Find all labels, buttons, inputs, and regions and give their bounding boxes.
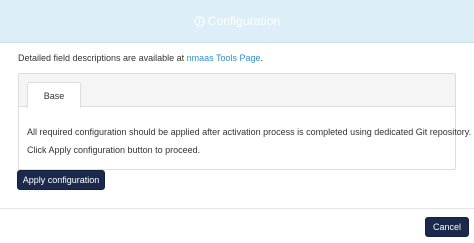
tab-strip: Base xyxy=(19,74,455,108)
tab-base-label: Base xyxy=(43,90,65,101)
description-suffix: . xyxy=(260,53,264,63)
field-description-note: Detailed field descriptions are availabl… xyxy=(18,53,263,63)
apply-instruction-text: Click Apply configuration button to proc… xyxy=(27,145,201,155)
tab-content: All required configuration should be app… xyxy=(27,126,471,156)
description-text: Detailed field descriptions are availabl… xyxy=(18,53,187,63)
modal-title: Configuration xyxy=(207,14,281,28)
info-circle-icon xyxy=(194,15,205,27)
modal-title-wrap: Configuration xyxy=(194,14,281,28)
cancel-button[interactable]: Cancel xyxy=(425,217,469,237)
footer-divider xyxy=(0,208,474,209)
config-tabs-panel: Base All required configuration should b… xyxy=(18,73,471,170)
tab-base[interactable]: Base xyxy=(27,82,81,108)
config-instruction-text: All required configuration should be app… xyxy=(27,127,472,137)
tools-page-link[interactable]: nmaas Tools Page xyxy=(187,53,261,63)
apply-configuration-button[interactable]: Apply configuration xyxy=(17,170,105,190)
modal-header: Configuration xyxy=(0,0,474,43)
